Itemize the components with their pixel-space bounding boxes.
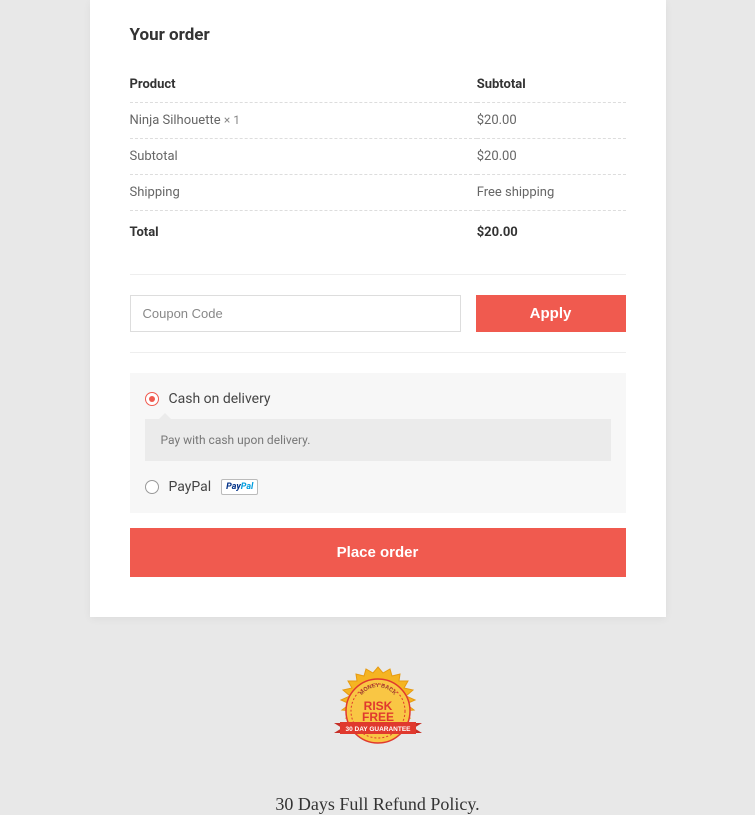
payment-option-paypal[interactable]: PayPal PayPal	[145, 479, 611, 495]
shipping-label: Shipping	[130, 175, 477, 211]
total-row: Total $20.00	[130, 211, 626, 255]
payment-option-cod[interactable]: Cash on delivery	[145, 391, 611, 407]
radio-icon	[145, 392, 159, 406]
product-header: Product	[130, 67, 477, 103]
coupon-section: Apply	[130, 274, 626, 353]
payment-methods: Cash on delivery Pay with cash upon deli…	[130, 373, 626, 513]
svg-text:30 DAY GUARANTEE: 30 DAY GUARANTEE	[345, 726, 411, 733]
paypal-logo-icon: PayPal	[221, 479, 258, 495]
subtotal-label: Subtotal	[130, 139, 477, 175]
product-name: Ninja Silhouette	[130, 113, 221, 128]
shipping-value: Free shipping	[477, 175, 626, 211]
refund-policy-text: 30 Days Full Refund Policy.	[0, 794, 755, 815]
table-row: Subtotal $20.00	[130, 139, 626, 175]
order-table: Product Subtotal Ninja Silhouette × 1 $2…	[130, 67, 626, 254]
guarantee-badge-icon: MONEY BACK RISK FREE 30 DAY GUARANTEE	[320, 662, 436, 764]
radio-icon	[145, 480, 159, 494]
table-row: Ninja Silhouette × 1 $20.00	[130, 103, 626, 139]
payment-label: PayPal	[169, 479, 212, 495]
payment-description: Pay with cash upon delivery.	[145, 419, 611, 461]
place-order-button[interactable]: Place order	[130, 528, 626, 577]
apply-button[interactable]: Apply	[476, 295, 626, 332]
subtotal-value: $20.00	[477, 139, 626, 175]
total-label: Total	[130, 211, 477, 255]
product-qty: × 1	[224, 113, 240, 127]
payment-label: Cash on delivery	[169, 391, 271, 407]
subtotal-header: Subtotal	[477, 67, 626, 103]
product-cell: Ninja Silhouette × 1	[130, 103, 477, 139]
table-row: Shipping Free shipping	[130, 175, 626, 211]
product-price: $20.00	[477, 103, 626, 139]
total-value: $20.00	[477, 211, 626, 255]
coupon-input[interactable]	[130, 295, 461, 332]
svg-text:FREE: FREE	[361, 710, 393, 724]
footer: MONEY BACK RISK FREE 30 DAY GUARANTEE 30…	[0, 662, 755, 815]
order-title: Your order	[130, 25, 626, 45]
